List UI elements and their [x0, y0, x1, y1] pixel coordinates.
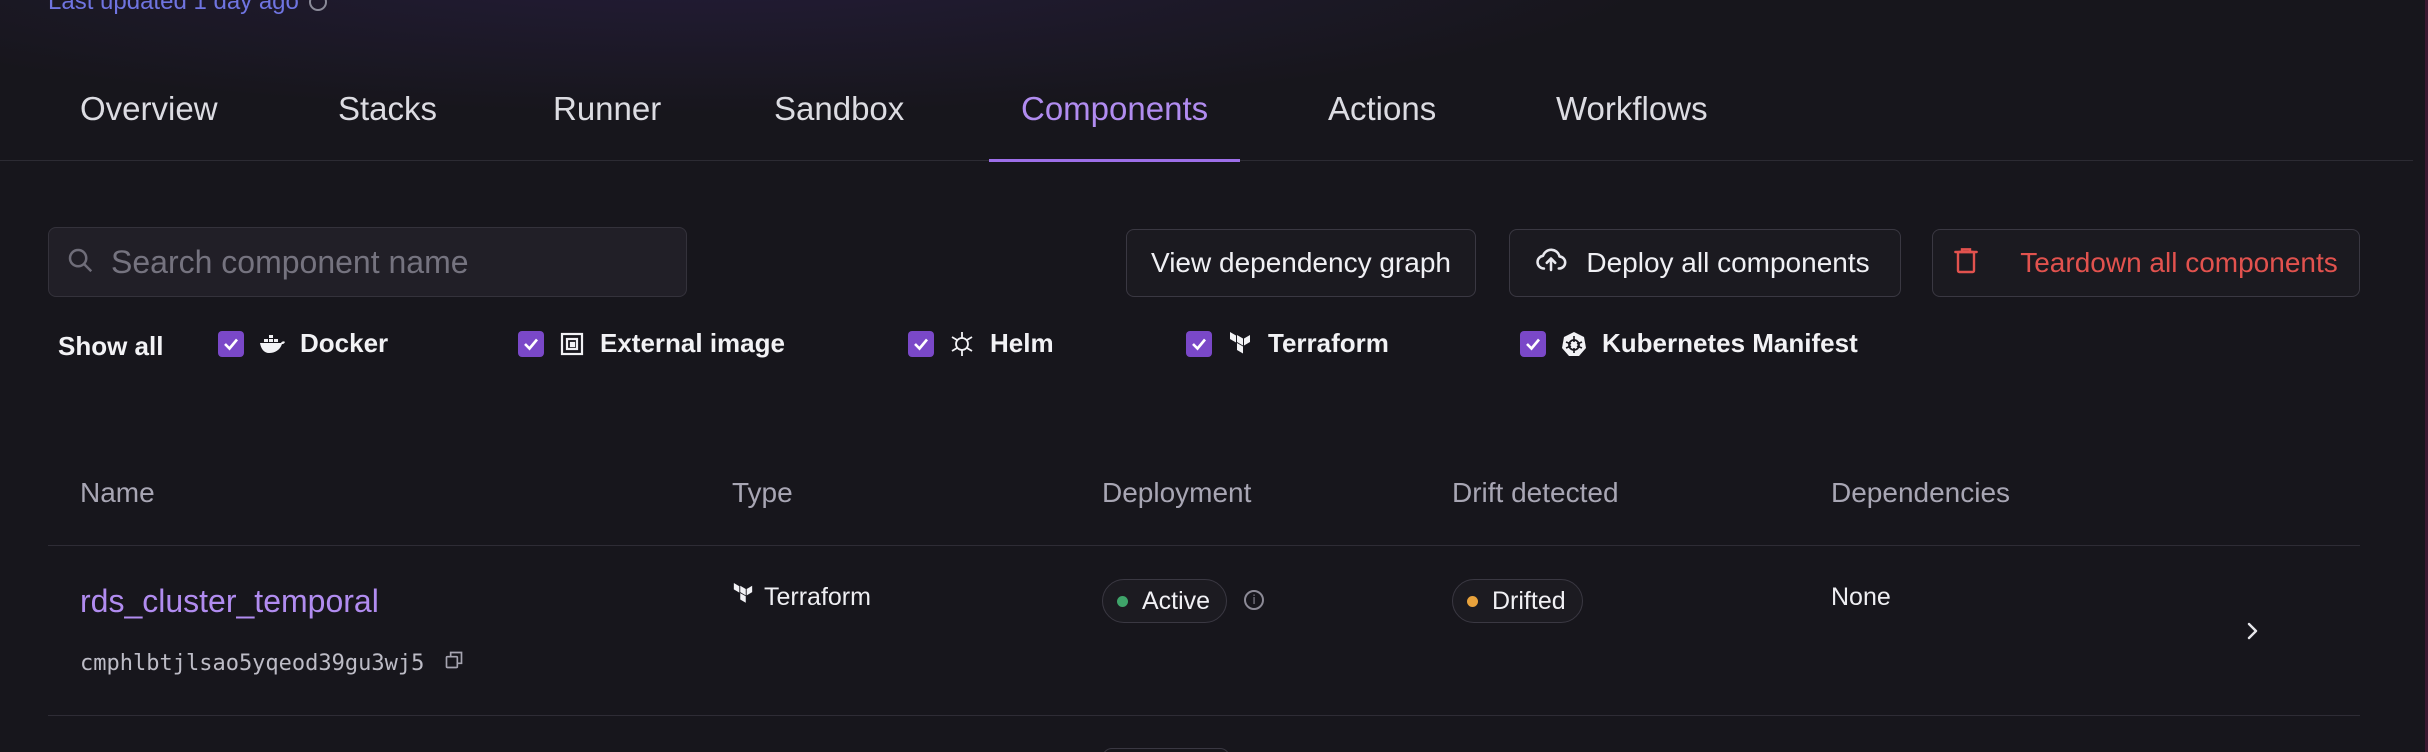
filter-label: Kubernetes Manifest — [1602, 328, 1858, 358]
filter-label: Terraform — [1268, 328, 1389, 358]
filter-kubernetes-manifest[interactable]: Kubernetes Manifest — [1520, 328, 1858, 359]
column-header-drift[interactable]: Drift detected — [1452, 477, 1619, 509]
table-divider — [48, 545, 2360, 546]
search-box — [48, 227, 687, 297]
next-row-badge — [1102, 748, 1230, 752]
column-header-dependencies[interactable]: Dependencies — [1831, 477, 2010, 509]
component-name-link[interactable]: rds_cluster_temporal — [80, 583, 379, 620]
filter-helm[interactable]: Helm — [908, 328, 1054, 359]
last-updated-text: Last updated 1 day ago — [48, 0, 299, 15]
filter-terraform[interactable]: Terraform — [1186, 328, 1389, 359]
button-label: View dependency graph — [1151, 247, 1451, 278]
status-dot — [1467, 595, 1478, 607]
tab-actions[interactable]: Actions — [1328, 62, 1436, 161]
column-header-type[interactable]: Type — [732, 477, 793, 509]
filter-docker[interactable]: Docker — [218, 328, 388, 359]
tab-overview[interactable]: Overview — [80, 62, 218, 161]
button-label: Deploy all components — [1586, 247, 1870, 278]
info-icon[interactable] — [308, 0, 327, 11]
drift-status-badge: Drifted — [1452, 579, 1583, 623]
helm-icon — [948, 330, 976, 358]
teardown-all-button[interactable]: Teardown all components — [1932, 229, 2360, 297]
status-dot — [1117, 595, 1128, 607]
copy-icon[interactable] — [444, 650, 464, 676]
drift-status-text: Drifted — [1492, 586, 1566, 615]
checkbox-checked-icon[interactable] — [908, 330, 934, 357]
tab-bar: Overview Stacks Runner Sandbox Component… — [0, 62, 2413, 162]
filter-label: External image — [600, 328, 785, 358]
component-id: cmphlbtjlsao5yqeod39gu3wj5 — [80, 650, 464, 676]
deploy-all-button[interactable]: Deploy all components — [1509, 229, 1901, 297]
table-divider — [48, 715, 2360, 716]
tab-label: Stacks — [338, 90, 438, 127]
checkbox-checked-icon[interactable] — [1186, 330, 1212, 357]
search-icon — [65, 245, 95, 280]
tab-label: Overview — [80, 90, 218, 127]
tab-runner[interactable]: Runner — [553, 62, 661, 161]
info-icon[interactable]: i — [1244, 590, 1264, 610]
tab-components[interactable]: Components — [988, 62, 1241, 162]
external-image-icon — [558, 330, 586, 358]
kubernetes-icon — [1560, 330, 1588, 358]
trash-icon — [1950, 244, 1982, 283]
tab-label: Sandbox — [774, 90, 905, 127]
tab-stacks[interactable]: Stacks — [338, 62, 437, 161]
filter-label: Helm — [990, 328, 1054, 358]
dependencies-value: None — [1831, 583, 1891, 611]
checkbox-checked-icon[interactable] — [518, 330, 544, 357]
chevron-right-icon[interactable] — [2244, 617, 2262, 650]
filter-external-image[interactable]: External image — [518, 328, 785, 359]
tab-workflows[interactable]: Workflows — [1556, 62, 1708, 161]
component-type-label: Terraform — [764, 583, 871, 611]
tab-label: Workflows — [1556, 90, 1708, 127]
type-filters: Show all Docker External image Helm Terr… — [58, 328, 2258, 362]
column-header-deployment[interactable]: Deployment — [1102, 477, 1251, 509]
deployment-status-text: Active — [1142, 586, 1211, 615]
checkbox-checked-icon[interactable] — [1520, 330, 1546, 357]
tab-label: Actions — [1328, 90, 1437, 127]
component-type: Terraform — [732, 583, 871, 612]
show-all-toggle[interactable]: Show all — [58, 331, 163, 362]
terraform-icon — [732, 583, 754, 612]
button-label: Teardown all components — [2020, 247, 2338, 278]
cloud-upload-icon — [1534, 243, 1568, 284]
checkbox-checked-icon[interactable] — [218, 330, 244, 357]
tab-label: Runner — [553, 90, 662, 127]
filter-label: Docker — [300, 328, 389, 358]
view-dependency-graph-button[interactable]: View dependency graph — [1126, 229, 1476, 297]
docker-icon — [258, 330, 286, 358]
tab-label: Components — [1021, 90, 1209, 127]
deployment-status-badge: Active — [1102, 579, 1228, 623]
column-header-name[interactable]: Name — [80, 477, 155, 509]
search-input[interactable] — [111, 243, 651, 281]
component-id-text: cmphlbtjlsao5yqeod39gu3wj5 — [80, 650, 425, 676]
last-updated: Last updated 1 day ago — [48, 0, 327, 16]
terraform-icon — [1226, 330, 1254, 358]
tab-sandbox[interactable]: Sandbox — [774, 62, 904, 161]
